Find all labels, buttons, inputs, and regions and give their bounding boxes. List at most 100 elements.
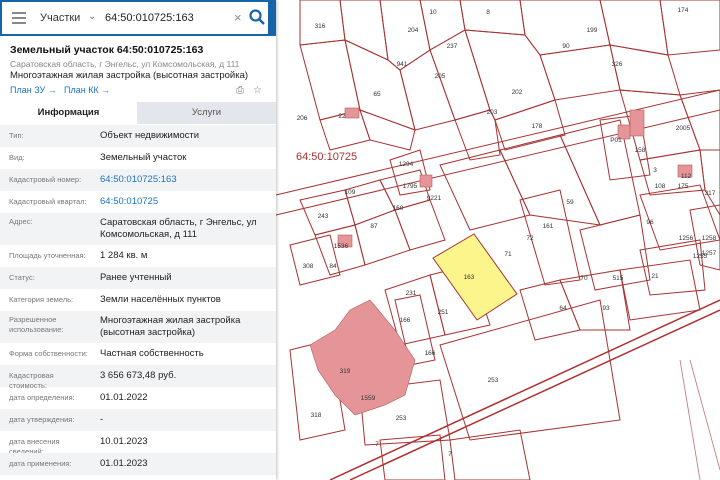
- plot-label: 166: [425, 350, 436, 357]
- info-row-label: дата утверждения:: [9, 415, 75, 424]
- plot-label: 8: [486, 9, 490, 16]
- info-row-value: Земельный участок: [100, 152, 187, 163]
- info-row-value: 10.01.2023: [100, 436, 148, 447]
- info-row-value: 01.01.2023: [100, 458, 148, 469]
- info-row-label: дата применения:: [9, 459, 72, 468]
- info-row-value: Объект недвижимости: [100, 130, 200, 141]
- plot-label: 71: [504, 251, 512, 258]
- info-row: дата утверждения: -: [0, 409, 276, 431]
- print-icon[interactable]: ⎙: [236, 85, 244, 96]
- plot-label: P01: [610, 137, 622, 144]
- info-row-value[interactable]: 64:50:010725:163: [100, 174, 270, 186]
- plot-label: 112: [681, 173, 692, 180]
- info-row-value: 3 656 673,48 руб.: [100, 370, 177, 381]
- plot-label: 231: [406, 290, 417, 297]
- plot-label: 204: [408, 27, 419, 34]
- search-input[interactable]: 64:50:010725:163: [105, 12, 194, 24]
- info-row-value: -: [100, 414, 104, 425]
- info-row-label: Категория земель:: [9, 295, 74, 304]
- info-row: Площадь уточненная: 1 284 кв. м: [0, 245, 276, 267]
- info-row-label: дата определения:: [9, 393, 75, 402]
- plot-label: 1255: [693, 253, 708, 260]
- plot-label: 175: [678, 183, 689, 190]
- clear-icon[interactable]: ×: [234, 10, 242, 25]
- plot-label: 253: [396, 415, 407, 422]
- info-row-value: Многоэтажная жилая застройка (высотная з…: [100, 315, 241, 338]
- info-row: дата определения: 01.01.2022: [0, 387, 276, 409]
- info-row-value: 01.01.2022: [100, 392, 148, 403]
- plot-label: 1258: [702, 235, 717, 242]
- info-row: Форма собственности: Частная собственност…: [0, 343, 276, 365]
- info-row-value[interactable]: 64:50:010725: [100, 196, 270, 208]
- search-icon[interactable]: [248, 8, 266, 26]
- tab-services[interactable]: Услуги: [137, 102, 276, 124]
- building: [629, 109, 645, 137]
- plot-label: 158: [635, 147, 646, 154]
- plot-label: 1256: [679, 235, 694, 242]
- plot-label: 7: [448, 451, 452, 458]
- plot-label: 59: [566, 199, 574, 206]
- plot-label: 22: [338, 113, 346, 120]
- plot-label: 87: [370, 223, 378, 230]
- plot-label: 1536: [334, 243, 349, 250]
- plot-label: 203: [487, 109, 498, 116]
- plot-label: 319: [340, 368, 351, 375]
- plot-label: 318: [311, 412, 322, 419]
- plot-label: 1294: [399, 161, 414, 168]
- info-row-label: Разрешенное использование:: [9, 315, 64, 334]
- plot-label: 3: [653, 167, 657, 174]
- plot-label: 161: [543, 223, 554, 230]
- info-row-label: Кадастровый номер:: [9, 175, 82, 184]
- plot-label: 93: [602, 305, 610, 312]
- plot-label: 108: [655, 183, 666, 190]
- info-row: дата внесения сведений: 10.01.2023: [0, 431, 276, 456]
- info-row: Разрешенное использование: Многоэтажная ж…: [0, 311, 276, 343]
- plot-label: 2005: [676, 125, 691, 132]
- info-row-label: Кадастровый квартал:: [9, 197, 87, 206]
- info-row: дата применения: 01.01.2023: [0, 453, 276, 475]
- info-row-value: Земли населённых пунктов: [100, 294, 221, 305]
- plot-label: 243: [318, 213, 329, 220]
- info-panel: Участки ⌄ 64:50:010725:163 × ‹ Земельный…: [0, 0, 276, 480]
- plot-label: 1795: [403, 183, 418, 190]
- quarter-label: 64:50:10725: [296, 151, 357, 163]
- tab-bar: Информация Услуги: [0, 102, 276, 125]
- search-box: Участки ⌄ 64:50:010725:163 ×: [2, 2, 268, 34]
- plot-label: 90: [562, 43, 570, 50]
- building: [419, 174, 433, 188]
- plot-label: 72: [526, 235, 534, 242]
- info-row: Вид: Земельный участок: [0, 147, 276, 169]
- plot-label: 202: [512, 89, 523, 96]
- chevron-down-icon[interactable]: ⌄: [88, 11, 96, 22]
- plan-zu-link[interactable]: План ЗУ →: [10, 85, 57, 95]
- plot-label: 65: [373, 91, 381, 98]
- search-type-select[interactable]: Участки: [40, 12, 80, 24]
- info-row-value: 1 284 кв. м: [100, 250, 148, 261]
- plot-label: 199: [587, 27, 598, 34]
- object-permitted-use: Многоэтажная жилая застройка (высотная з…: [10, 70, 249, 81]
- info-row-label: Тип:: [9, 131, 24, 140]
- plan-kk-link[interactable]: План КК →: [64, 85, 110, 95]
- menu-icon[interactable]: [12, 12, 26, 24]
- info-row-label: Адрес:: [9, 217, 33, 226]
- plot-label: 64: [559, 305, 567, 312]
- plot-label: 326: [612, 61, 623, 68]
- plot-label: 9221: [427, 195, 442, 202]
- plot-label: 317: [705, 190, 716, 197]
- plot-label: 109: [345, 189, 356, 196]
- plot-label: 308: [303, 263, 314, 270]
- info-row-value: Частная собственность: [100, 348, 204, 359]
- info-row: Кадастровая стоимость: 3 656 673,48 руб.: [0, 365, 276, 390]
- tab-info[interactable]: Информация: [0, 102, 137, 125]
- star-icon[interactable]: ☆: [253, 85, 262, 96]
- plot-label: 163: [464, 274, 475, 281]
- plot-label: 316: [315, 23, 326, 30]
- info-row-label: Вид:: [9, 153, 25, 162]
- plot-label: 178: [532, 123, 543, 130]
- plot-label: 160: [393, 205, 404, 212]
- info-row: Кадастровый квартал: 64:50:010725: [0, 191, 276, 213]
- plot-label: 941: [397, 61, 408, 68]
- plot-label: 166: [400, 317, 411, 324]
- info-row: Статус: Ранее учтенный: [0, 267, 276, 289]
- plot-label: 205: [435, 73, 446, 80]
